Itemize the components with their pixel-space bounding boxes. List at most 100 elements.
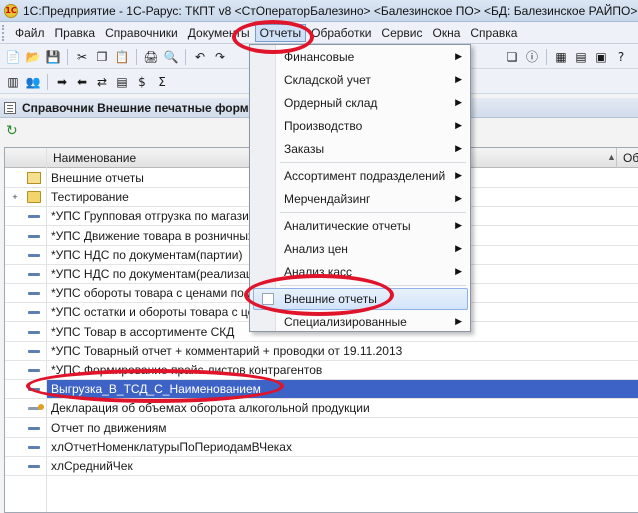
menu-item-label: Финансовые [284, 50, 355, 64]
menu-item-13[interactable]: Внешние отчеты [253, 288, 468, 310]
toolbar-separator [47, 73, 48, 90]
row-marker [5, 457, 25, 476]
item-icon [28, 330, 40, 334]
invoice-icon[interactable]: ▤ [113, 73, 131, 91]
window-titlebar: 1С 1С:Предприятие - 1С-Рарус: ТКПТ v8 <С… [0, 0, 638, 22]
submenu-arrow-icon: ▶ [455, 221, 462, 231]
folder-icon [27, 191, 41, 204]
menu-help[interactable]: Справка [465, 24, 522, 42]
income-icon[interactable]: ➡ [53, 73, 71, 91]
external-report-icon [262, 293, 274, 305]
menu-item-11[interactable]: Анализ касс ▶ [250, 261, 470, 283]
menu-item-label: Мерчендайзинг [284, 192, 371, 206]
catalogs-icon[interactable]: ▥ [4, 73, 22, 91]
row-name: Выгрузка_В_ТСД_С_Наименованием [47, 380, 638, 399]
menu-reports[interactable]: Отчеты [254, 23, 307, 42]
app-logo-icon: 1С [4, 3, 18, 18]
users-icon[interactable]: 👥 [24, 73, 42, 91]
row-marker [5, 265, 25, 284]
outcome-icon[interactable]: ⬅ [73, 73, 91, 91]
window-icon[interactable]: ▣ [592, 48, 610, 66]
menu-item-6[interactable]: Ассортимент подразделений ▶ [250, 165, 470, 187]
menu-item-10[interactable]: Анализ цен ▶ [250, 238, 470, 260]
window-list-icon[interactable]: ❏ [503, 48, 521, 66]
main-menubar: Файл Правка Справочники Документы Отчеты… [0, 22, 638, 44]
submenu-arrow-icon: ▶ [455, 98, 462, 108]
table-row[interactable]: Выгрузка_В_ТСД_С_Наименованием [5, 380, 638, 400]
menu-item-label: Производство [284, 119, 363, 133]
menu-catalogs[interactable]: Справочники [100, 24, 183, 42]
print-icon[interactable]: 🖨 [142, 48, 160, 66]
menu-item-label: Анализ цен [284, 242, 348, 256]
table-row[interactable]: Декларация об объемах оборота алкогольно… [5, 399, 638, 419]
calendar-icon[interactable]: ▤ [572, 48, 590, 66]
menu-file[interactable]: Файл [10, 24, 50, 42]
menu-item-label: Анализ касс [284, 265, 353, 279]
preview-icon[interactable]: 🔍 [162, 48, 180, 66]
paste-icon[interactable]: 📋 [113, 48, 131, 66]
row-marker [5, 438, 25, 457]
submenu-arrow-icon: ▶ [455, 194, 462, 204]
copy-icon[interactable]: ❐ [93, 48, 111, 66]
submenu-arrow-icon: ▶ [455, 75, 462, 85]
item-icon [28, 234, 40, 238]
submenu-arrow-icon: ▶ [455, 144, 462, 154]
menu-item-label: Заказы [284, 142, 325, 156]
menu-item-14[interactable]: Специализированные ▶ [250, 311, 470, 333]
item-icon [28, 369, 40, 372]
item-icon [28, 388, 40, 392]
menu-item-9[interactable]: Аналитические отчеты ▶ [250, 215, 470, 237]
cut-icon[interactable]: ✂ [73, 48, 91, 66]
toolbar-separator [546, 48, 547, 65]
menu-windows[interactable]: Окна [428, 24, 466, 42]
submenu-arrow-icon: ▶ [455, 171, 462, 181]
menu-item-3[interactable]: Производство ▶ [250, 115, 470, 137]
menu-item-4[interactable]: Заказы ▶ [250, 138, 470, 160]
submenu-arrow-icon: ▶ [455, 52, 462, 62]
menubar-grip[interactable] [2, 24, 6, 41]
undo-icon[interactable]: ↶ [191, 48, 209, 66]
row-name: хлСреднийЧек [51, 459, 133, 473]
reports-dropdown-menu: Финансовые ▶ Складской учет ▶ Ордерный склад… [249, 44, 471, 332]
menu-item-0[interactable]: Финансовые ▶ [250, 46, 470, 68]
new-document-icon[interactable]: 📄 [4, 48, 22, 66]
row-name: *УПС Формирование прайс-листов контраген… [51, 363, 323, 377]
item-icon [28, 445, 40, 449]
tree-expand-icon[interactable]: + [5, 188, 25, 207]
item-icon [28, 292, 40, 296]
row-marker [5, 361, 25, 380]
refresh-icon[interactable]: ↻ [6, 123, 18, 139]
row-marker [5, 227, 25, 246]
menu-item-7[interactable]: Мерчендайзинг ▶ [250, 188, 470, 210]
menu-item-label: Внешние отчеты [284, 292, 377, 306]
redo-icon[interactable]: ↷ [211, 48, 229, 66]
column-header-object[interactable]: Объе [617, 148, 638, 168]
row-name: *УПС Товарный отчет + комментарий + пров… [51, 343, 403, 358]
menu-item-1[interactable]: Складской учет ▶ [250, 69, 470, 91]
info-icon[interactable]: ⓘ [523, 48, 541, 66]
money-icon[interactable]: $ [133, 73, 151, 91]
menu-item-2[interactable]: Ордерный склад ▶ [250, 92, 470, 114]
menu-separator [280, 162, 466, 163]
table-row[interactable]: хлСреднийЧек [5, 457, 638, 476]
row-name: хлОтчетНоменклатурыПоПериодамВЧеках [51, 439, 292, 454]
menu-edit[interactable]: Правка [50, 24, 101, 42]
menu-item-label: Ассортимент подразделений [284, 169, 446, 183]
table-row[interactable]: *УПС Товарный отчет + комментарий + пров… [5, 342, 638, 361]
table-row[interactable]: *УПС Формирование прайс-листов контраген… [5, 361, 638, 380]
menu-documents[interactable]: Документы [183, 24, 255, 42]
row-marker [5, 169, 25, 188]
catalog-list-icon [4, 101, 16, 114]
sigma-icon[interactable]: Σ [153, 73, 171, 91]
menu-processing[interactable]: Обработки [306, 24, 376, 42]
transfer-icon[interactable]: ⇄ [93, 73, 111, 91]
help-icon[interactable]: ? [612, 48, 630, 66]
calculator-icon[interactable]: ▦ [552, 48, 570, 66]
item-icon [28, 311, 40, 315]
table-row[interactable]: хлОтчетНоменклатурыПоПериодамВЧеках [5, 438, 638, 457]
grid-header-mark [5, 148, 47, 168]
save-icon[interactable]: 💾 [44, 48, 62, 66]
open-folder-icon[interactable]: 📂 [24, 48, 42, 66]
menu-service[interactable]: Сервис [376, 24, 427, 42]
table-row[interactable]: Отчет по движениям [5, 419, 638, 438]
